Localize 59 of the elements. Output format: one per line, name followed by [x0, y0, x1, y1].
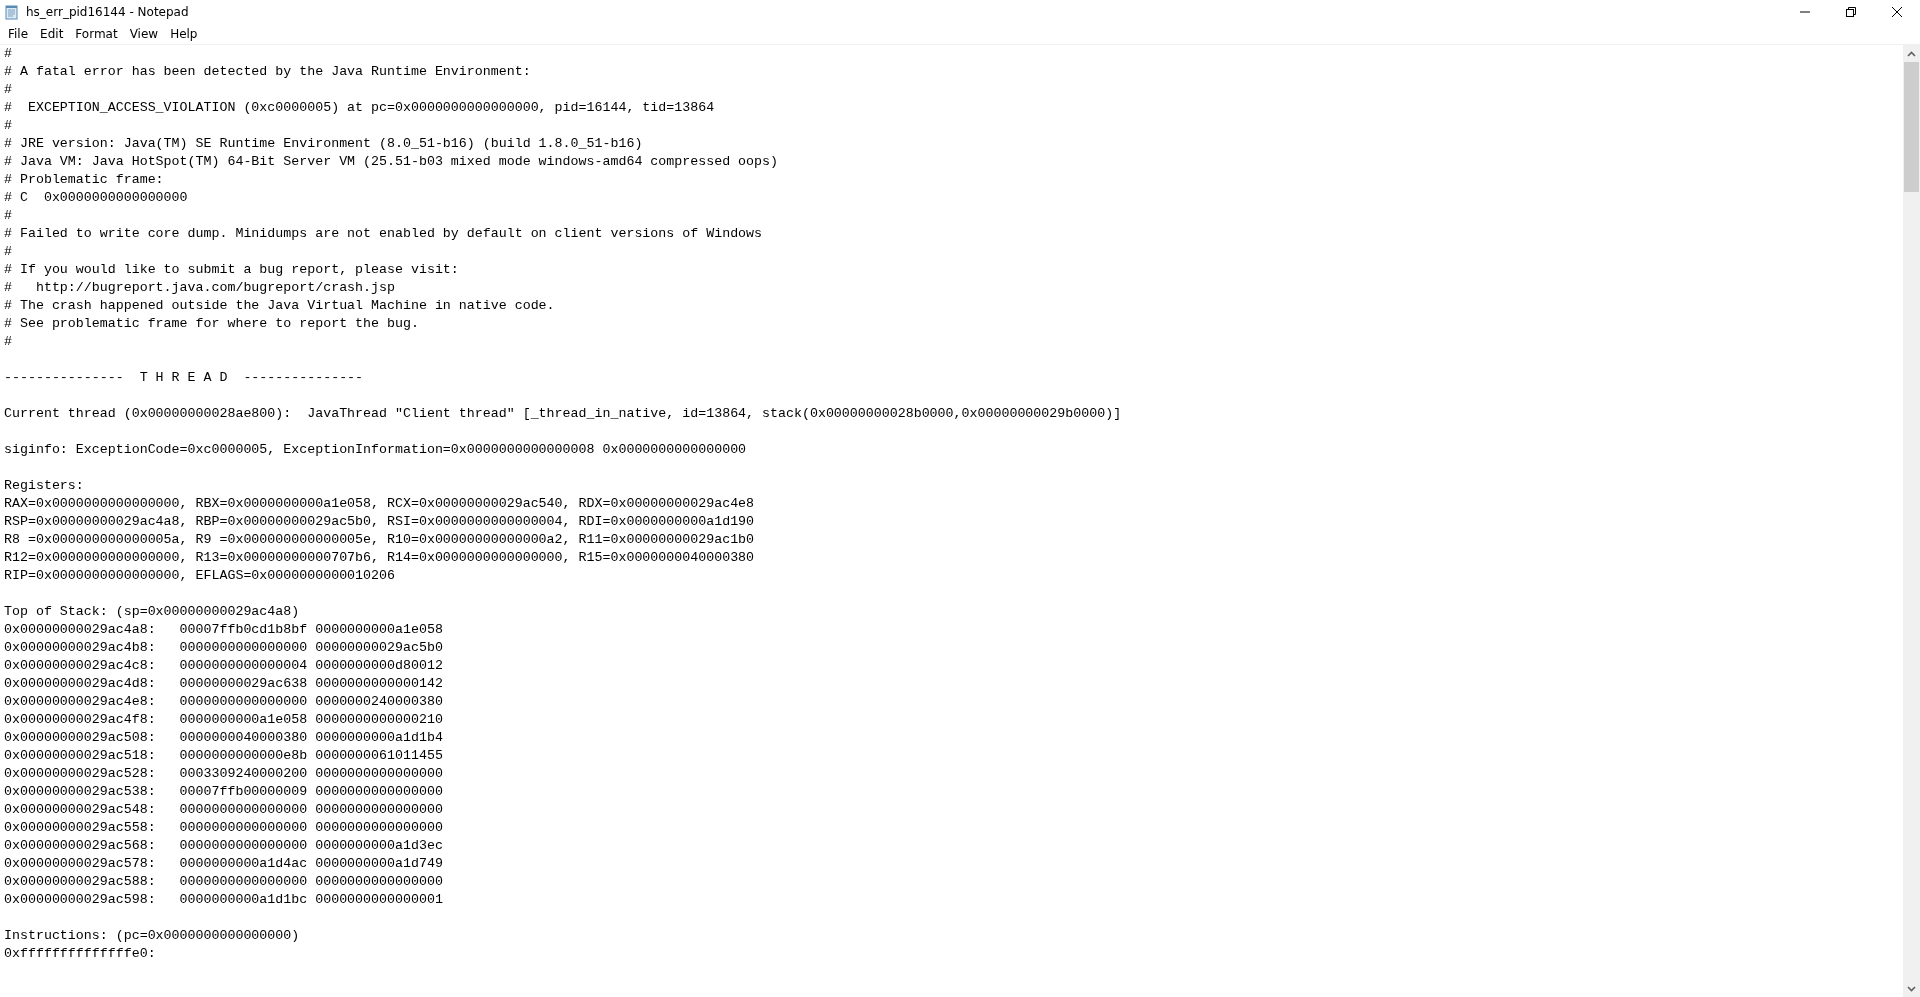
menu-item[interactable]: Format	[69, 27, 124, 41]
text-line: 0x00000000029ac518: 0000000000000e8b 0000000061011455	[4, 747, 444, 765]
text-line: 0x00000000029ac578: 0000000000a1d4ac 0000000000a1d749	[4, 855, 444, 873]
text-line: 0x00000000029ac558: 0000000000000000 0000000000000000	[4, 819, 444, 837]
text-line: siginfo: ExceptionCode=0xc0000005, ExceptionInformation=0x0000000000000008 0x0000000000000000	[4, 441, 748, 459]
menu-item[interactable]: View	[123, 27, 165, 41]
text-line: 0x00000000029ac4d8: 00000000029ac638 0000000000000142	[4, 675, 444, 693]
text-line: 0xffffffffffffffe0:	[4, 945, 157, 963]
minimize-icon	[1800, 11, 1810, 13]
notepad-icon	[4, 4, 20, 20]
text-line: # Failed to write core dump. Minidumps are not enabled by default on client versions of Windows	[4, 225, 764, 243]
text-line: # A fatal error has been detected by the Java Runtime Environment:	[4, 63, 532, 81]
text-line: # Problematic frame:	[4, 171, 165, 189]
text-line: Registers:	[4, 477, 85, 495]
window-title: hs_err_pid16144 - Notepad	[26, 5, 190, 19]
text-line: # If you would like to submit a bug report, please visit:	[4, 261, 460, 279]
text-line: 0x00000000029ac4f8: 0000000000a1e058 0000000000000210	[4, 711, 444, 729]
text-line: # Java VM: Java HotSpot(TM) 64-Bit Server VM (25.51-b03 mixed mode windows-amd64 compressed oops)	[4, 153, 779, 171]
restore-icon	[1846, 7, 1856, 17]
scroll-down-icon[interactable]	[1907, 985, 1916, 992]
text-line: R12=0x0000000000000000, R13=0x00000000000707b6, R14=0x0000000000000000, R15=0x0000000040000380	[4, 549, 756, 567]
menu-item[interactable]: Help	[164, 27, 204, 41]
text-line: #	[4, 117, 13, 135]
text-line: # JRE version: Java(TM) SE Runtime Environment (8.0_51-b16) (build 1.8.0_51-b16)	[4, 135, 644, 153]
text-line: #	[4, 207, 13, 225]
text-line: # See problematic frame for where to report the bug.	[4, 315, 420, 333]
text-line: --------------- T H R E A D ---------------	[4, 369, 365, 387]
text-line: #	[4, 333, 13, 351]
text-line: 0x00000000029ac598: 0000000000a1d1bc 0000000000000001	[4, 891, 444, 909]
text-line: 0x00000000029ac588: 0000000000000000 0000000000000000	[4, 873, 444, 891]
text-line: 0x00000000029ac528: 0003309240000200 0000000000000000	[4, 765, 444, 783]
text-line: Top of Stack: (sp=0x00000000029ac4a8)	[4, 603, 301, 621]
text-line: 0x00000000029ac548: 0000000000000000 0000000000000000	[4, 801, 444, 819]
menu-item[interactable]: File	[2, 27, 35, 41]
text-line: #	[4, 243, 13, 261]
scroll-thumb[interactable]	[1904, 62, 1919, 192]
scroll-up-icon[interactable]	[1907, 50, 1916, 57]
text-line: # EXCEPTION_ACCESS_VIOLATION (0xc0000005) at pc=0x0000000000000000, pid=16144, tid=13864	[4, 99, 716, 117]
text-line: Current thread (0x00000000028ae800): JavaThread "Client thread" [_thread_in_native, id=13864, stack(0x00000000028b0000,0x00000000029b0000)]	[4, 405, 1123, 423]
text-line: # C 0x0000000000000000	[4, 189, 189, 207]
text-line: RIP=0x0000000000000000, EFLAGS=0x0000000000010206	[4, 567, 396, 585]
text-line: 0x00000000029ac568: 0000000000000000 0000000000a1d3ec	[4, 837, 444, 855]
text-line: 0x00000000029ac4a8: 00007ffb0cd1b8bf 0000000000a1e058	[4, 621, 444, 639]
text-line: R8 =0x000000000000005a, R9 =0x000000000000005e, R10=0x00000000000000a2, R11=0x00000000029ac1b0	[4, 531, 756, 549]
text-line: 0x00000000029ac538: 00007ffb00000009 0000000000000000	[4, 783, 444, 801]
close-icon	[1892, 7, 1902, 17]
text-line: RAX=0x0000000000000000, RBX=0x0000000000a1e058, RCX=0x00000000029ac540, RDX=0x00000000029ac4e8	[4, 495, 756, 513]
text-line: Instructions: (pc=0x0000000000000000)	[4, 927, 301, 945]
text-line: #	[4, 45, 13, 63]
text-line: 0x00000000029ac4b8: 0000000000000000 00000000029ac5b0	[4, 639, 444, 657]
text-line: # http://bugreport.java.com/bugreport/crash.jsp	[4, 279, 396, 297]
text-line: 0x00000000029ac508: 0000000040000380 0000000000a1d1b4	[4, 729, 444, 747]
menu-item[interactable]: Edit	[34, 27, 70, 41]
text-line: RSP=0x00000000029ac4a8, RBP=0x00000000029ac5b0, RSI=0x0000000000000004, RDI=0x0000000000a1d190	[4, 513, 756, 531]
text-line: 0x00000000029ac4e8: 0000000000000000 0000000240000380	[4, 693, 444, 711]
text-line: 0x00000000029ac4c8: 0000000000000004 0000000000d80012	[4, 657, 444, 675]
text-line: # The crash happened outside the Java Virtual Machine in native code.	[4, 297, 556, 315]
vertical-scrollbar[interactable]	[1903, 45, 1920, 997]
text-line: #	[4, 81, 13, 99]
